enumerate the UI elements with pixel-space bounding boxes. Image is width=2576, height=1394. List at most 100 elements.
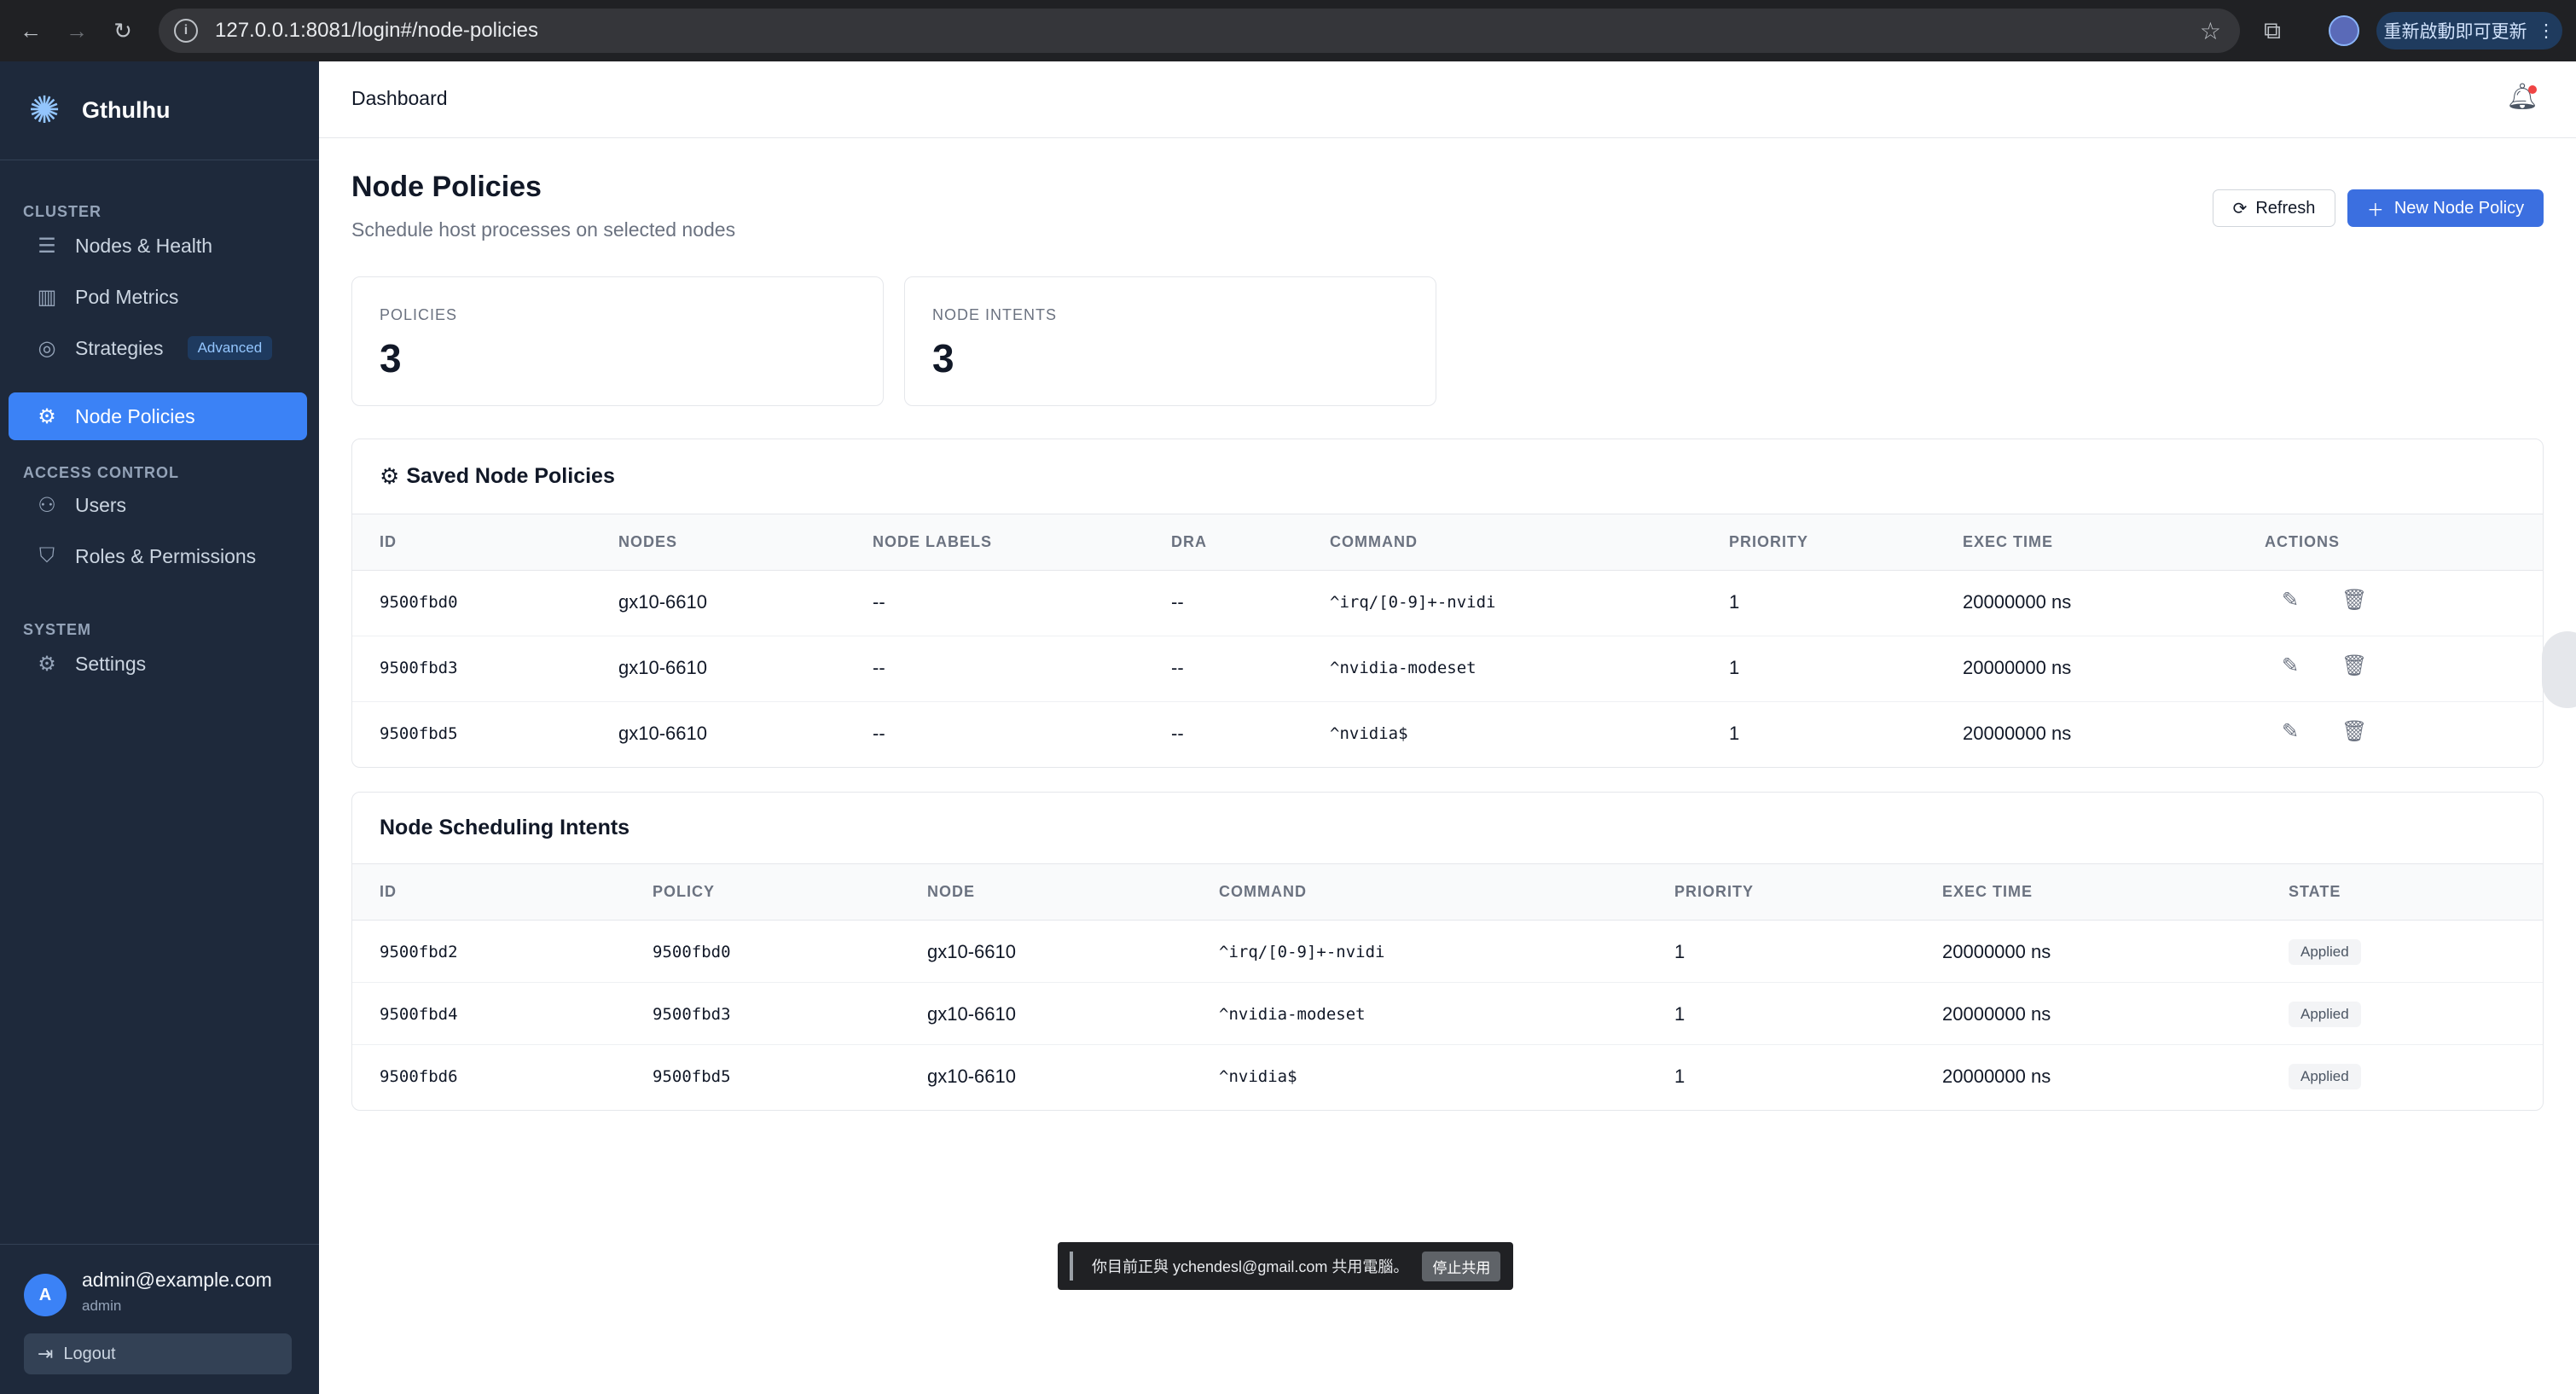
edit-pencil-icon[interactable]: ✎ xyxy=(2282,588,2299,613)
cell-node-labels: -- xyxy=(873,591,885,613)
column-header: DRA xyxy=(1171,533,1207,550)
delete-trash-icon[interactable]: 🗑︎ xyxy=(2341,588,2367,613)
cell-nodes: gx10-6610 xyxy=(618,723,707,744)
notification-dot xyxy=(2528,85,2537,94)
stat-label: POLICIES xyxy=(380,306,458,323)
delete-trash-icon[interactable]: 🗑︎ xyxy=(2341,719,2367,744)
cell-id: 9500fbd4 xyxy=(380,1005,458,1024)
panel-title: Node Scheduling Intents xyxy=(380,816,630,839)
column-header: COMMAND xyxy=(1330,533,1418,550)
section-label-access-control: ACCESS CONTROL xyxy=(23,464,180,481)
table-header: ID NODES NODE LABELS DRA COMMAND PRIORIT… xyxy=(352,514,2543,571)
sidebar-item-strategies[interactable]: ◎ Strategies Advanced xyxy=(9,324,307,372)
sidebar-item-label: Roles & Permissions xyxy=(75,544,257,567)
new-node-policy-button[interactable]: ＋ New Node Policy xyxy=(2347,189,2544,227)
gear-icon: ⚙ xyxy=(38,652,56,676)
panel-title: Saved Node Policies xyxy=(406,464,615,488)
refresh-button[interactable]: ⟳ Refresh xyxy=(2213,189,2335,227)
cell-exec-time: 20000000 ns xyxy=(1942,1066,2051,1087)
cell-exec-time: 20000000 ns xyxy=(1963,591,2072,613)
status-badge: Applied xyxy=(2289,939,2361,965)
column-header: NODE LABELS xyxy=(873,533,993,550)
cell-node: gx10-6610 xyxy=(927,941,1016,962)
sidebar-item-label: Users xyxy=(75,493,127,516)
cpu-icon: ⚙ xyxy=(380,463,400,489)
cell-exec-time: 20000000 ns xyxy=(1963,657,2072,678)
cpu-icon: ⚙ xyxy=(38,404,56,428)
column-header: STATE xyxy=(2289,883,2341,900)
site-info-icon[interactable]: i xyxy=(174,19,198,43)
cell-priority: 1 xyxy=(1729,591,1740,613)
reload-icon[interactable]: ↻ xyxy=(107,15,138,46)
breadcrumb[interactable]: Dashboard xyxy=(351,87,448,110)
cell-node-labels: -- xyxy=(873,723,885,744)
cell-priority: 1 xyxy=(1674,1003,1685,1025)
stop-sharing-button[interactable]: 停止共用 xyxy=(1422,1251,1501,1281)
sidebar-item-users[interactable]: ⚇ Users xyxy=(9,481,307,529)
cell-command: ^nvidia$ xyxy=(1330,724,1408,743)
sidebar-item-settings[interactable]: ⚙ Settings xyxy=(9,640,307,688)
cell-id: 9500fbd0 xyxy=(380,593,458,612)
sidebar-item-roles-permissions[interactable]: ⛉ Roles & Permissions xyxy=(9,532,307,580)
logout-button[interactable]: ⇥ Logout xyxy=(24,1333,292,1374)
cell-nodes: gx10-6610 xyxy=(618,657,707,678)
cell-exec-time: 20000000 ns xyxy=(1942,941,2051,962)
server-icon: ☰ xyxy=(38,234,56,258)
column-header: ID xyxy=(380,533,397,550)
cell-id: 9500fbd3 xyxy=(380,659,458,677)
cell-node: gx10-6610 xyxy=(927,1003,1016,1025)
status-badge: Applied xyxy=(2289,1002,2361,1027)
forward-icon[interactable]: → xyxy=(61,15,92,46)
back-icon[interactable]: ← xyxy=(15,15,46,46)
logo-icon: ✺ xyxy=(28,89,61,131)
browser-update-button[interactable]: 重新啟動即可更新 ⋮ xyxy=(2376,12,2562,49)
browser-toolbar: ← → ↻ i 127.0.0.1:8081/login#/node-polic… xyxy=(0,0,2576,61)
screen-share-bar: 你目前正與 ychendesl@gmail.com 共用電腦。 停止共用 xyxy=(1058,1242,1513,1290)
section-label-system: SYSTEM xyxy=(23,621,92,638)
cell-command: ^irq/[0-9]+-nvidi xyxy=(1219,943,1385,961)
saved-node-policies-panel: ⚙ Saved Node Policies ID NODES NODE LABE… xyxy=(351,439,2544,768)
column-header: NODE xyxy=(927,883,976,900)
cell-id: 9500fbd5 xyxy=(380,724,458,743)
users-icon: ⚇ xyxy=(38,493,56,517)
cell-node: gx10-6610 xyxy=(927,1066,1016,1087)
delete-trash-icon[interactable]: 🗑︎ xyxy=(2341,653,2367,678)
table-row: 9500fbd0 gx10-6610 -- -- ^irq/[0-9]+-nvi… xyxy=(352,571,2543,636)
address-bar[interactable]: i 127.0.0.1:8081/login#/node-policies ☆ xyxy=(159,9,2240,53)
brand[interactable]: ✺ Gthulhu xyxy=(0,61,319,160)
edit-pencil-icon[interactable]: ✎ xyxy=(2282,719,2299,744)
profile-avatar-icon[interactable] xyxy=(2329,15,2359,46)
cell-priority: 1 xyxy=(1674,941,1685,962)
user-panel: A admin@example.com admin ⇥ Logout xyxy=(0,1244,319,1394)
sidebar-item-label: Node Policies xyxy=(75,404,195,427)
edit-pencil-icon[interactable]: ✎ xyxy=(2282,653,2299,678)
stat-value: 3 xyxy=(932,336,954,380)
table-row: 9500fbd2 9500fbd0 gx10-6610 ^irq/[0-9]+-… xyxy=(352,921,2543,983)
topbar: Dashboard 🔔︎ xyxy=(319,61,2576,138)
drag-handle[interactable] xyxy=(1070,1252,1073,1281)
cell-policy: 9500fbd5 xyxy=(653,1067,731,1086)
panel-header: ⚙ Saved Node Policies xyxy=(352,439,2543,514)
sidebar-item-pod-metrics[interactable]: ▥ Pod Metrics xyxy=(9,273,307,321)
column-header: PRIORITY xyxy=(1729,533,1809,550)
stat-card-node-intents: NODE INTENTS 3 xyxy=(904,276,1436,406)
table-row: 9500fbd4 9500fbd3 gx10-6610 ^nvidia-mode… xyxy=(352,983,2543,1045)
side-panel-toggle[interactable] xyxy=(2542,631,2576,708)
extensions-icon[interactable]: ⧉ xyxy=(2257,15,2288,46)
refresh-label: Refresh xyxy=(2255,198,2316,218)
cell-exec-time: 20000000 ns xyxy=(1963,723,2072,744)
bookmark-star-icon[interactable]: ☆ xyxy=(2200,17,2221,45)
sidebar-item-node-policies[interactable]: ⚙ Node Policies xyxy=(9,392,307,440)
column-header: EXEC TIME xyxy=(1942,883,2034,900)
cell-policy: 9500fbd0 xyxy=(653,943,731,961)
stat-value: 3 xyxy=(380,336,402,380)
table-row: 9500fbd6 9500fbd5 gx10-6610 ^nvidia$ 1 2… xyxy=(352,1045,2543,1107)
sidebar-item-nodes-health[interactable]: ☰ Nodes & Health xyxy=(9,222,307,270)
cell-priority: 1 xyxy=(1729,657,1740,678)
cell-dra: -- xyxy=(1171,657,1184,678)
cell-command: ^nvidia$ xyxy=(1219,1067,1297,1086)
cell-command: ^irq/[0-9]+-nvidi xyxy=(1330,593,1496,612)
cell-priority: 1 xyxy=(1729,723,1740,744)
cell-priority: 1 xyxy=(1674,1066,1685,1087)
cell-dra: -- xyxy=(1171,723,1184,744)
